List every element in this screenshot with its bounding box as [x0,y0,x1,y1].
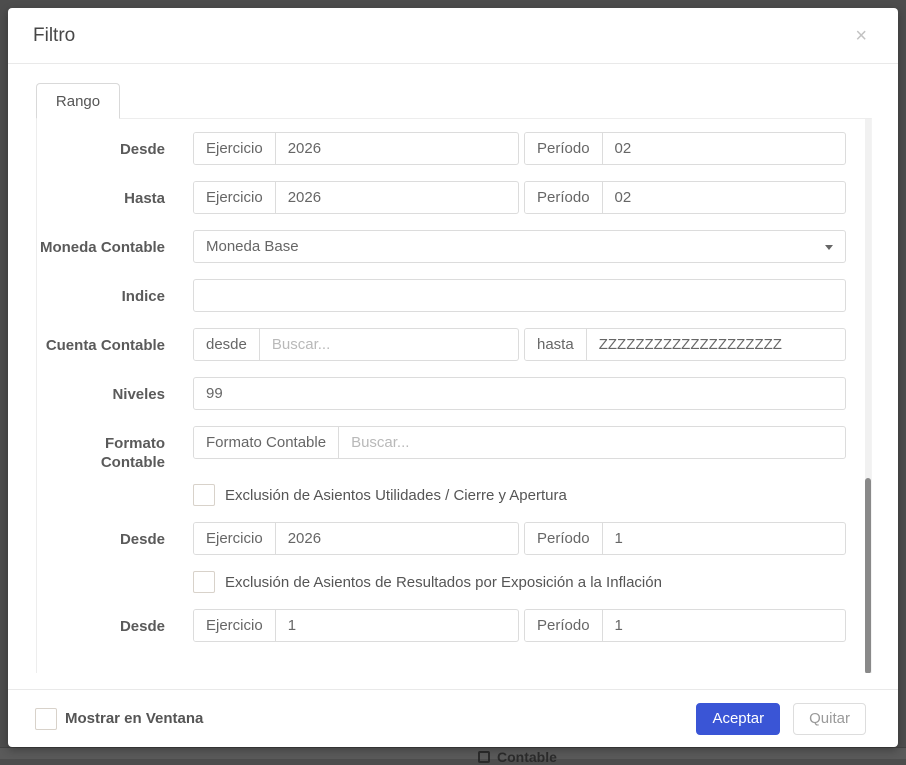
ejercicio-addon: Ejercicio [194,523,276,554]
row-label: Niveles [112,386,165,403]
periodo-addon: Período [525,182,603,213]
background-content: Contable [478,749,557,765]
row-label: Cuenta Contable [45,337,165,354]
desde-addon: desde [194,329,260,360]
mostrar-en-ventana-label: Mostrar en Ventana [65,710,204,727]
desde3-ejercicio-input[interactable] [275,610,518,641]
mostrar-en-ventana-checkbox[interactable] [35,707,57,730]
form-row-hasta: Hasta Ejercicio Período [37,181,846,214]
niveles-input[interactable] [193,377,846,410]
dialog-header: Filtro × [8,8,898,64]
row-label: Hasta [124,190,165,207]
close-icon[interactable]: × [849,24,873,48]
periodo-addon: Período [525,610,603,641]
desde-periodo-input[interactable] [602,133,845,164]
desde3-periodo-input[interactable] [602,610,845,641]
form-row-indice: Indice [37,279,846,312]
tab-rango[interactable]: Rango [36,83,120,119]
hasta-ejercicio-input[interactable] [275,182,518,213]
dialog-footer: Mostrar en Ventana Aceptar Quitar [8,689,898,747]
row-label: Indice [121,288,165,305]
formato-contable-input[interactable] [339,427,845,458]
exclusion-inflacion-checkbox[interactable] [193,571,215,593]
cuenta-desde-input[interactable] [259,329,518,360]
exclusion-utilidades-checkbox[interactable] [193,484,215,506]
form-row-desde-utilidades: Desde Ejercicio Período [37,522,846,555]
quitar-button[interactable]: Quitar [793,702,866,735]
selected-option: Moneda Base [206,238,299,255]
dialog-title: Filtro [33,24,76,46]
moneda-contable-select[interactable]: Moneda Base [193,230,846,263]
row-label: Desde [119,531,165,548]
chevron-down-icon [825,245,833,250]
row-label: Desde [119,141,165,158]
form-row-desde: Desde Ejercicio Período [37,132,846,165]
form-row-formato-contable: Formato Contable Formato Contable [37,426,846,472]
ejercicio-addon: Ejercicio [194,133,276,164]
form-row-desde-inflacion: Desde Ejercicio Período [37,609,846,642]
checkbox-label: Exclusión de Asientos Utilidades / Cierr… [225,486,567,504]
modal-backdrop: Contable [0,747,906,765]
ejercicio-addon: Ejercicio [194,610,276,641]
row-label: Desde [119,618,165,635]
hasta-addon: hasta [525,329,587,360]
checkbox-label: Exclusión de Asientos de Resultados por … [225,573,662,591]
desde-ejercicio-input[interactable] [275,133,518,164]
desde2-ejercicio-input[interactable] [275,523,518,554]
scrollbar-track[interactable] [865,119,871,673]
checkbox-icon [478,751,490,763]
periodo-addon: Período [525,133,603,164]
filter-dialog: Filtro × Rango Desde Ejercicio Período H… [8,8,898,747]
cuenta-hasta-input[interactable] [586,329,845,360]
form-row-cuenta-contable: Cuenta Contable desde hasta [37,328,846,361]
tab-bar: Rango [36,83,898,119]
hasta-periodo-input[interactable] [602,182,845,213]
row-label: Moneda Contable [39,239,165,256]
aceptar-button[interactable]: Aceptar [696,702,781,735]
form-row-exclusion-inflacion: Exclusión de Asientos de Resultados por … [37,571,844,593]
scrollbar-thumb[interactable] [865,478,871,673]
ejercicio-addon: Ejercicio [194,182,276,213]
desde2-periodo-input[interactable] [602,523,845,554]
form-row-moneda-contable: Moneda Contable Moneda Base [37,230,846,263]
periodo-addon: Período [525,523,603,554]
formato-contable-addon: Formato Contable [194,427,340,458]
form-row-exclusion-utilidades: Exclusión de Asientos Utilidades / Cierr… [37,484,844,506]
background-content-label: Contable [497,749,557,765]
form-row-niveles: Niveles [37,377,846,410]
row-label: Formato Contable [100,435,165,471]
filter-form-scroll-area: Desde Ejercicio Período Hasta Ejercicio [36,118,872,673]
indice-input[interactable] [193,279,846,312]
